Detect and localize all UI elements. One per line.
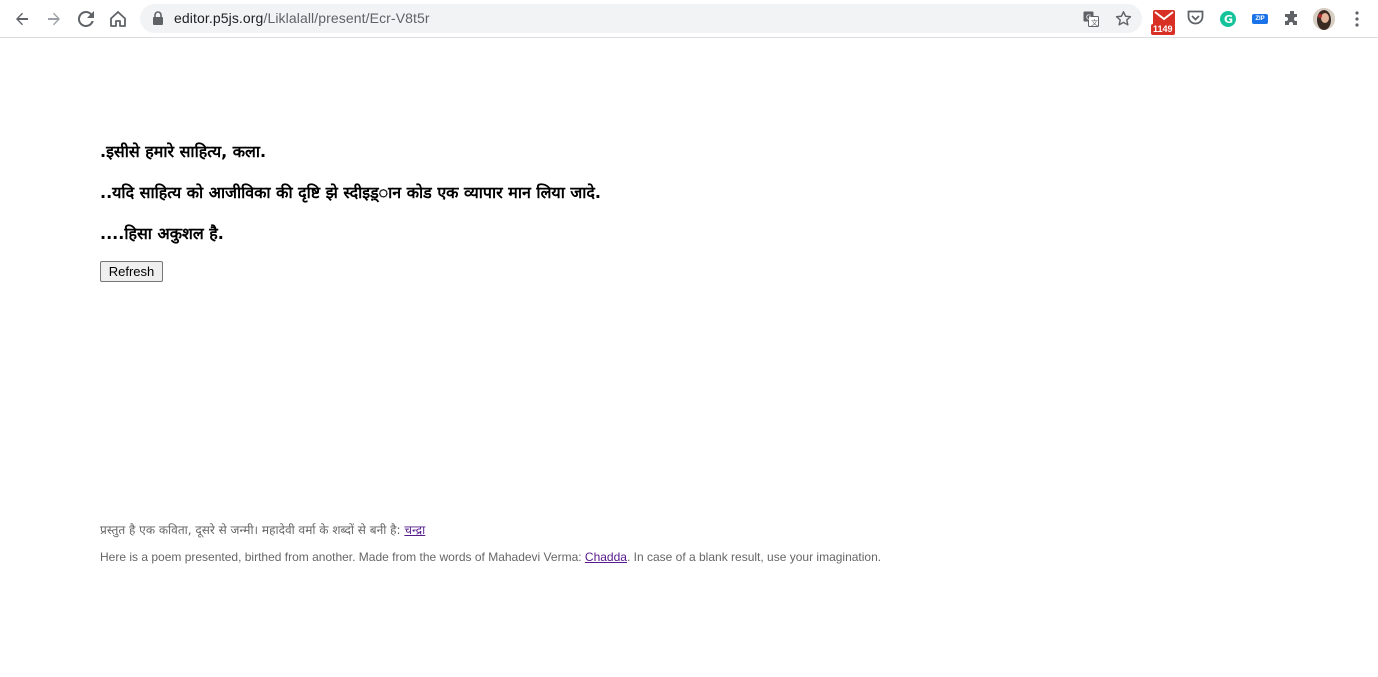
profile-avatar[interactable]	[1313, 8, 1335, 30]
credit-hindi-text: प्रस्तुत है एक कविता, दूसरे से जन्मी। मह…	[100, 523, 405, 537]
credit-hindi-link[interactable]: चन्द्रा	[404, 523, 425, 537]
forward-arrow-icon	[48, 12, 60, 26]
credit-english: Here is a poem presented, birthed from a…	[100, 550, 881, 564]
reload-button[interactable]	[72, 5, 100, 33]
poem-line-3: ....हिसा अकुशल है.	[100, 224, 224, 243]
credit-english-before: Here is a poem presented, birthed from a…	[100, 550, 585, 564]
chrome-menu-button[interactable]	[1349, 10, 1365, 33]
svg-text:文: 文	[1091, 18, 1098, 27]
puzzle-icon	[1285, 10, 1297, 25]
gmail-extension[interactable]: 1149	[1151, 10, 1175, 35]
avatar-icon	[1313, 8, 1335, 30]
home-button[interactable]	[104, 5, 132, 33]
back-button[interactable]	[8, 5, 36, 33]
credit-english-after: . In case of a blank result, use your im…	[626, 550, 882, 564]
pocket-icon	[1187, 10, 1204, 25]
bookmark-star-icon[interactable]	[1115, 10, 1132, 27]
home-icon	[110, 11, 126, 27]
poem-line-2: ..यदि साहित्य को आजीविका की दृष्टि झे स्…	[100, 183, 602, 202]
grammarly-icon: G	[1220, 11, 1236, 27]
grammarly-extension[interactable]: G	[1220, 11, 1236, 32]
url-text: editor.p5js.org/Liklalall/present/Ecr-V8…	[174, 10, 430, 27]
refresh-button[interactable]: Refresh	[100, 261, 163, 282]
translate-icon[interactable]: G文	[1083, 11, 1099, 27]
more-vert-icon	[1355, 11, 1359, 27]
url-host: editor.p5js.org	[174, 10, 264, 26]
lock-icon	[153, 11, 163, 25]
forward-button[interactable]	[40, 5, 68, 33]
poem-line-1: .इसीसे हमारे साहित्य, कला.	[100, 142, 267, 161]
credit-english-link[interactable]: Chadda	[585, 550, 627, 564]
pocket-extension[interactable]	[1187, 10, 1204, 31]
extensions-button[interactable]	[1284, 10, 1300, 32]
gmail-count-badge: 1149	[1151, 24, 1175, 35]
credit-hindi: प्रस्तुत है एक कविता, दूसरे से जन्मी। मह…	[100, 521, 425, 538]
browser-toolbar: editor.p5js.org/Liklalall/present/Ecr-V8…	[0, 0, 1378, 38]
reload-icon	[78, 11, 94, 27]
back-arrow-icon	[16, 12, 28, 26]
svg-text:G: G	[1224, 13, 1233, 26]
address-bar[interactable]: editor.p5js.org/Liklalall/present/Ecr-V8…	[140, 4, 1142, 33]
zip-extension[interactable]: ZIP	[1252, 14, 1268, 24]
url-path: /Liklalall/present/Ecr-V8t5r	[263, 10, 430, 26]
